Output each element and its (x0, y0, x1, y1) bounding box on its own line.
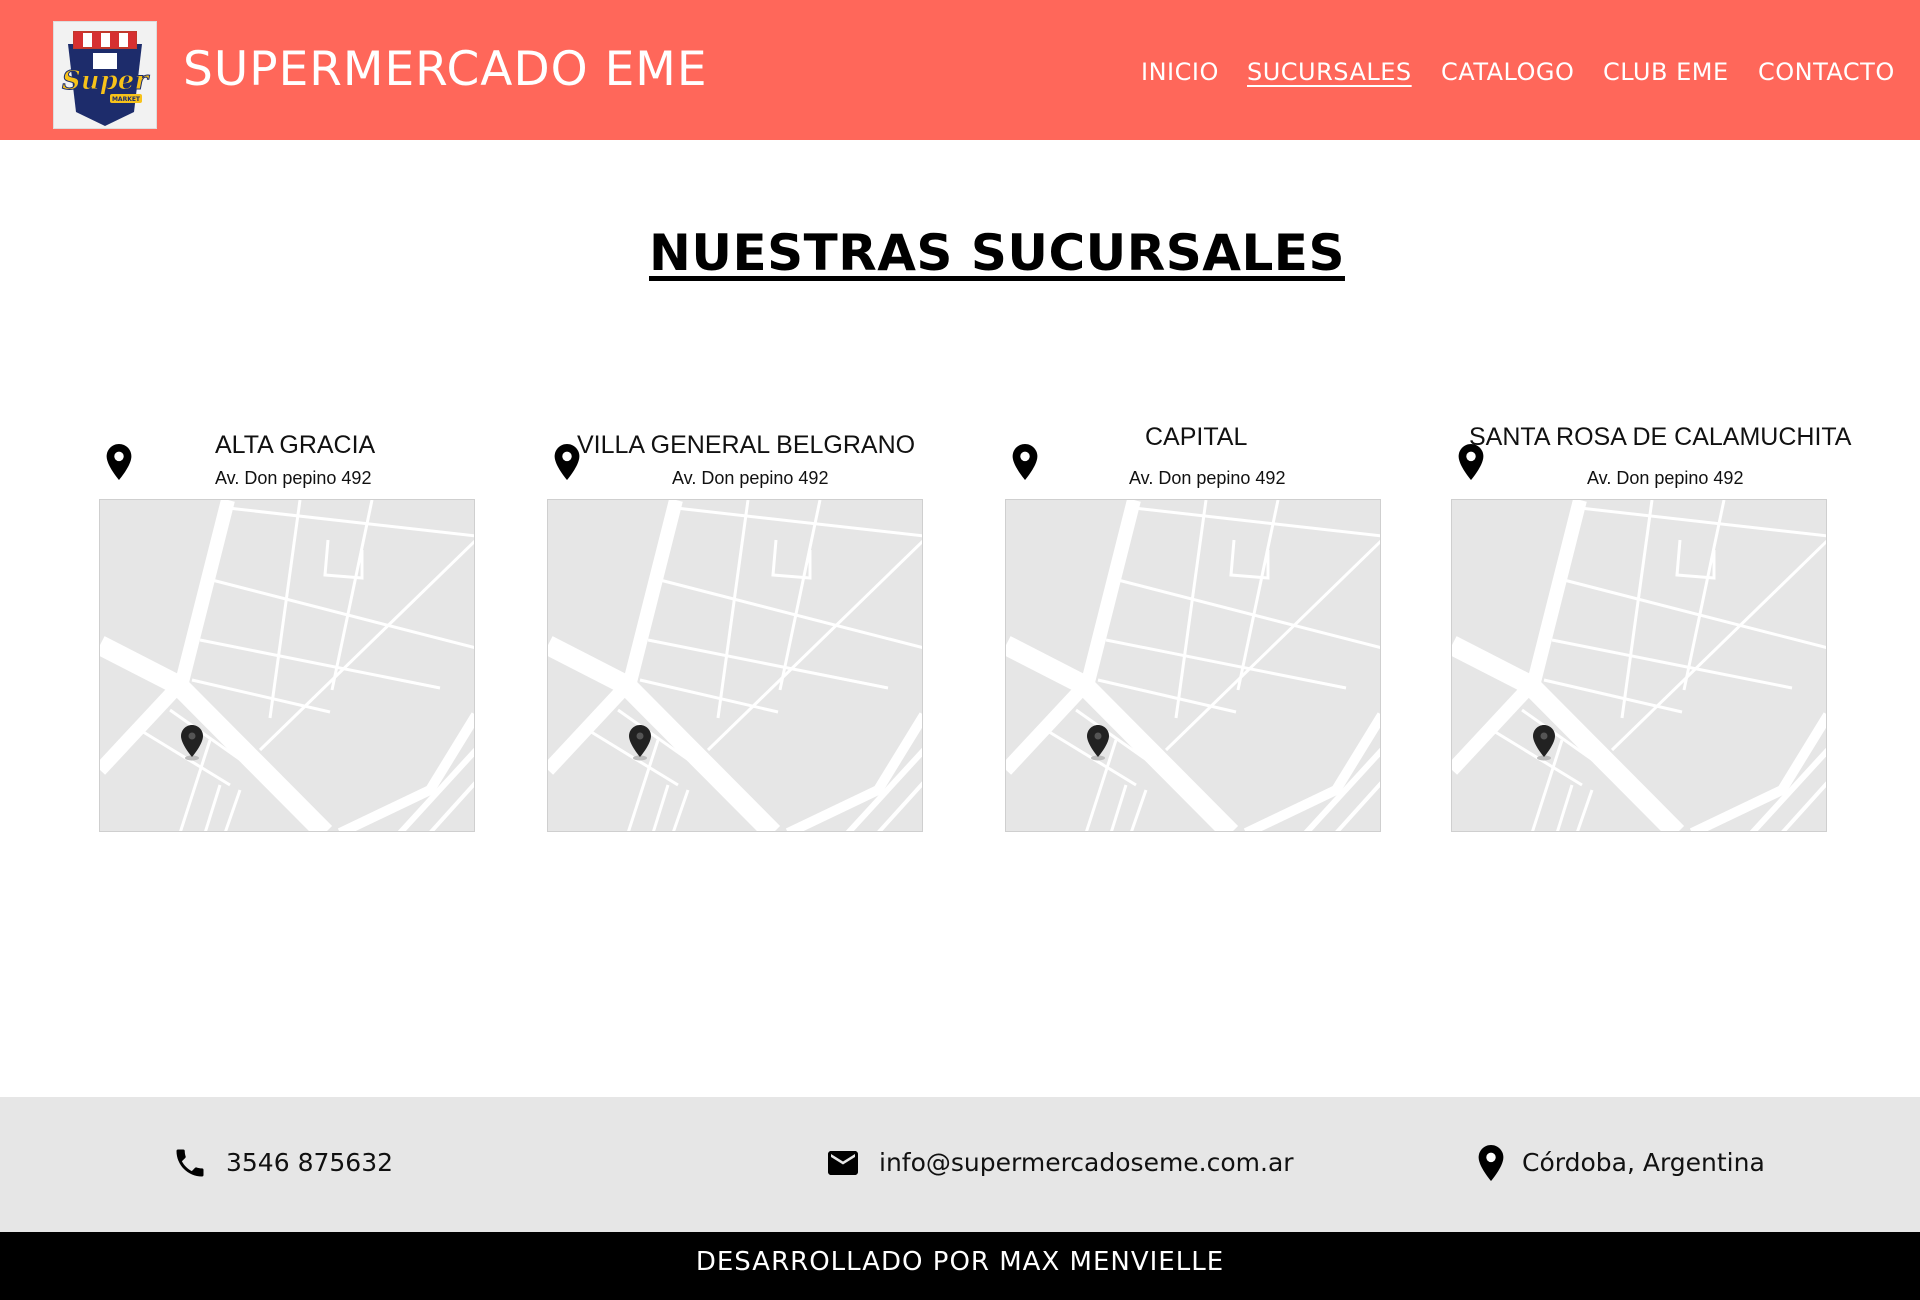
map-icon (100, 500, 475, 832)
logo-subtext: MARKET (112, 96, 141, 103)
phone-icon (176, 1149, 204, 1177)
branch-map[interactable] (99, 499, 475, 832)
nav-item-contacto[interactable]: CONTACTO (1758, 55, 1895, 89)
location-text: Córdoba, Argentina (1522, 1148, 1765, 1177)
email-address: info@supermercadoseme.com.ar (879, 1148, 1294, 1177)
branch-name: ALTA GRACIA (215, 431, 376, 459)
mail-icon (828, 1151, 858, 1175)
phone-number: 3546 875632 (226, 1148, 394, 1177)
main-nav: INICIO SUCURSALES CATALOGO CLUB EME CONT… (0, 55, 1920, 89)
branch-map[interactable] (1005, 499, 1381, 832)
location-pin-icon (1477, 1145, 1505, 1181)
branch-name: SANTA ROSA DE CALAMUCHITA (1469, 423, 1852, 451)
branch-card: VILLA GENERAL BELGRANO Av. Don pepino 49… (547, 420, 927, 835)
branch-address: Av. Don pepino 492 (1129, 468, 1286, 488)
branch-card: SANTA ROSA DE CALAMUCHITA Av. Don pepino… (1451, 420, 1851, 835)
nav-item-catalogo[interactable]: CATALOGO (1441, 55, 1574, 89)
location-pin-icon (105, 444, 133, 480)
map-icon (1452, 500, 1827, 832)
branch-card: CAPITAL Av. Don pepino 492 (1005, 420, 1385, 835)
map-icon (548, 500, 923, 832)
footer-contact-bar: 3546 875632 info@supermercadoseme.com.ar… (0, 1097, 1920, 1232)
branch-map[interactable] (1451, 499, 1827, 832)
nav-item-sucursales[interactable]: SUCURSALES (1247, 55, 1412, 89)
site-header: Super MARKET SUPERMERCADO EME INICIO SUC… (0, 0, 1920, 140)
branch-address: Av. Don pepino 492 (1587, 468, 1744, 488)
branch-name: CAPITAL (1145, 423, 1248, 451)
nav-item-inicio[interactable]: INICIO (1141, 55, 1219, 89)
page-title: NUESTRAS SUCURSALES (649, 224, 1345, 282)
location-pin-icon (1011, 444, 1039, 480)
branch-address: Av. Don pepino 492 (672, 468, 829, 488)
branch-address: Av. Don pepino 492 (215, 468, 372, 488)
nav-item-club-eme[interactable]: CLUB EME (1603, 55, 1729, 89)
branch-card: ALTA GRACIA Av. Don pepino 492 (99, 420, 479, 835)
footer-credit: DESARROLLADO POR MAX MENVIELLE (0, 1232, 1920, 1300)
branch-name: VILLA GENERAL BELGRANO (577, 431, 916, 459)
branch-map[interactable] (547, 499, 923, 832)
map-icon (1006, 500, 1381, 832)
